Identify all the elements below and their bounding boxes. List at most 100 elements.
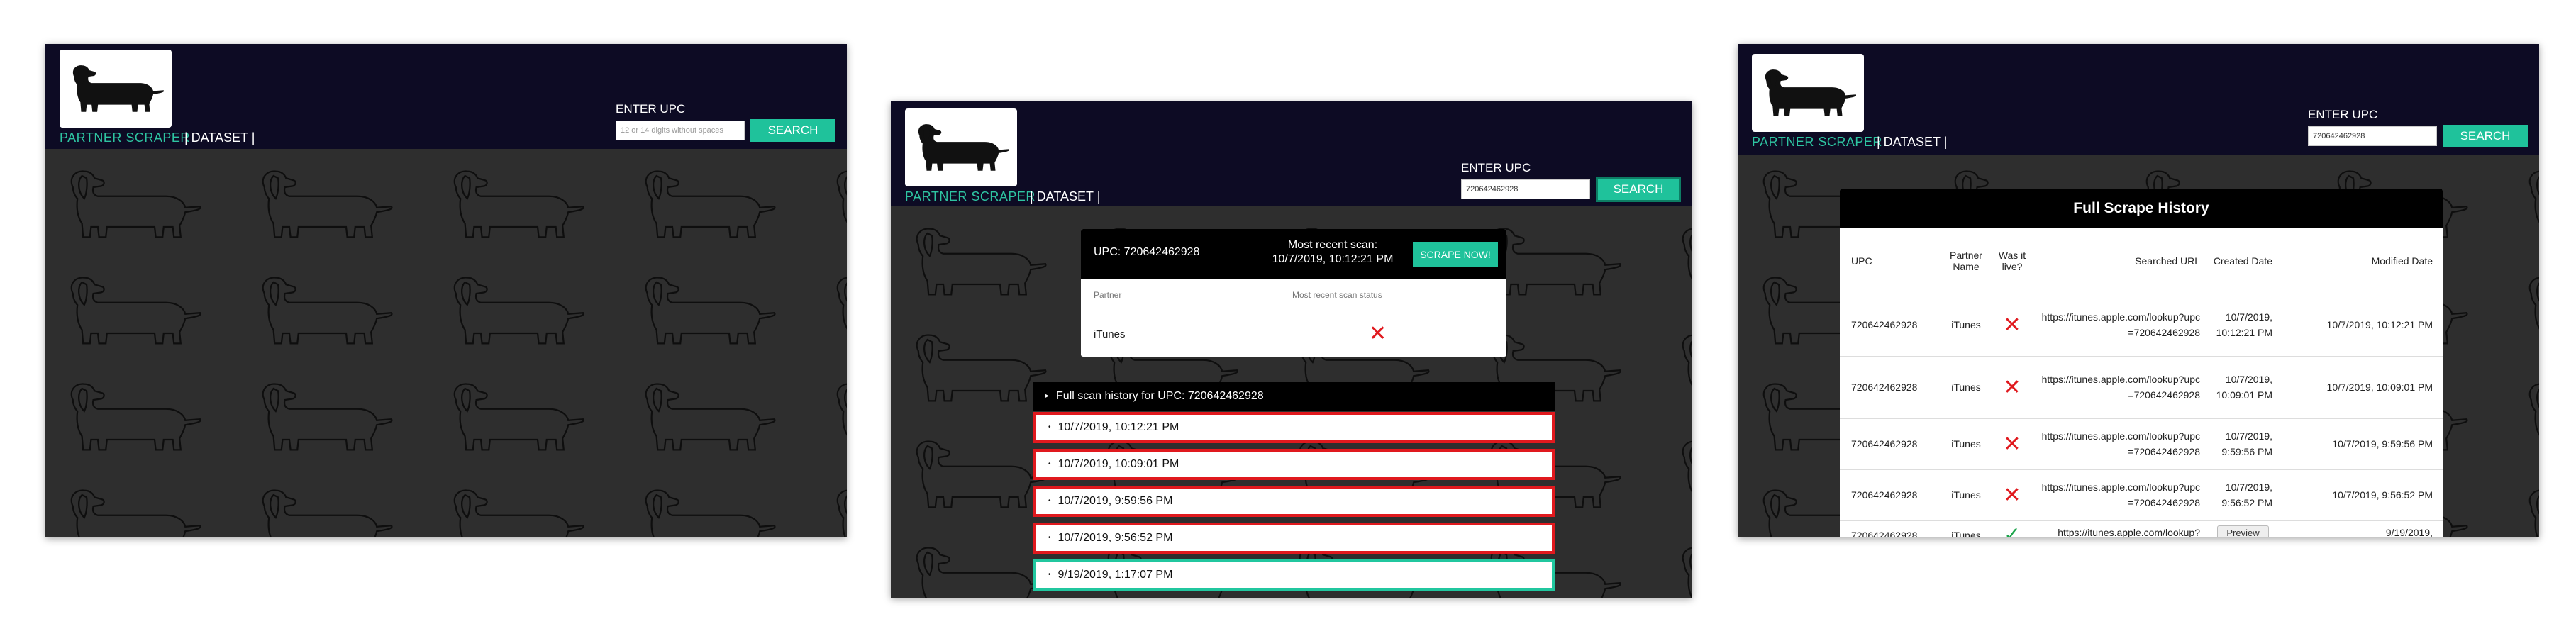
scan-summary-header: UPC: 720642462928 Most recent scan: 10/7… [1081, 229, 1506, 279]
cell-created: 10/7/2019, 10:09:01 PM [2201, 356, 2285, 419]
top-header: PARTNER SCRAPER | DATASET | ENTER UPC SE… [891, 101, 1692, 206]
col-header-created: Created Date [2201, 228, 2285, 294]
history-entry[interactable]: • 10/7/2019, 10:12:21 PM [1033, 412, 1555, 443]
cell-partner: iTunes [1944, 418, 1988, 470]
history-entry[interactable]: • 10/7/2019, 9:59:56 PM [1033, 486, 1555, 517]
cell-url[interactable]: https://itunes.apple.com/lookup? [2036, 520, 2201, 537]
cell-url[interactable]: https://itunes.apple.com/lookup?upc=7206… [2036, 294, 2201, 357]
scrape-now-button[interactable]: SCRAPE NOW! [1413, 242, 1498, 267]
cell-upc: 720642462928 [1840, 356, 1944, 419]
dachshund-logo-icon [918, 124, 1010, 171]
screen-home: PARTNER SCRAPER | DATASET | ENTER UPC SE… [45, 44, 847, 537]
x-mark-icon: ✕ [2003, 374, 2021, 400]
brand-link[interactable]: PARTNER SCRAPER [905, 189, 1036, 204]
x-mark-icon: ✕ [2003, 431, 2021, 457]
expand-bullet-icon: • [1048, 534, 1051, 542]
x-mark-icon: ✕ [2003, 312, 2021, 338]
search-button[interactable]: SEARCH [750, 119, 835, 142]
history-entry-live[interactable]: • 9/19/2019, 1:17:07 PM [1033, 559, 1555, 591]
full-history-table-card: Full Scrape History UPC Partner Name Was… [1840, 189, 2443, 537]
status-column-header: Most recent scan status [1292, 290, 1382, 300]
dataset-link[interactable]: | DATASET | [1877, 135, 1947, 150]
cell-url[interactable]: https://itunes.apple.com/lookup?upc=7206… [2036, 356, 2201, 419]
upc-label: ENTER UPC [1461, 161, 1531, 174]
cell-modified: 10/7/2019, 10:12:21 PM [2285, 294, 2443, 357]
cell-live: ✓ [1988, 520, 2036, 537]
scan-history-title: Full scan history for UPC: 720642462928 [1056, 390, 1264, 403]
table-row[interactable]: 720642462928 iTunes ✓ https://itunes.app… [1840, 520, 2443, 537]
cell-live: ✕ [1988, 356, 2036, 419]
table-row[interactable]: 720642462928 iTunes ✕ https://itunes.app… [1840, 418, 2443, 470]
col-header-upc: UPC [1840, 228, 1944, 294]
dataset-link[interactable]: | DATASET | [1030, 189, 1100, 204]
history-entry[interactable]: • 10/7/2019, 10:09:01 PM [1033, 449, 1555, 480]
col-header-url: Searched URL [2036, 228, 2201, 294]
brand-logo[interactable] [905, 108, 1017, 186]
cell-partner: iTunes [1944, 356, 1988, 419]
search-button[interactable]: SEARCH [2443, 125, 2528, 147]
brand-logo[interactable] [1752, 54, 1864, 132]
upc-label: ENTER UPC [616, 102, 686, 116]
col-header-live: Was it live? [1988, 228, 2036, 294]
cell-partner: iTunes [1944, 294, 1988, 357]
dachshund-logo-icon [1765, 69, 1857, 116]
cell-partner: iTunes [1944, 520, 1988, 537]
history-entry[interactable]: • 10/7/2019, 9:56:52 PM [1033, 523, 1555, 554]
cell-live: ✕ [1988, 294, 2036, 357]
brand-link[interactable]: PARTNER SCRAPER [60, 130, 190, 145]
upc-search-input[interactable] [616, 121, 745, 140]
cell-upc: 720642462928 [1840, 520, 1944, 537]
table-row[interactable]: 720642462928 iTunes ✕ https://itunes.app… [1840, 294, 2443, 357]
table-row[interactable]: 720642462928 iTunes ✕ https://itunes.app… [1840, 469, 2443, 521]
screen-scan-results: PARTNER SCRAPER | DATASET | ENTER UPC SE… [891, 101, 1692, 598]
history-entry-datetime: 10/7/2019, 10:09:01 PM [1057, 458, 1179, 471]
cell-created: 10/7/2019, 10:12:21 PM [2201, 294, 2285, 357]
history-entry-datetime: 10/7/2019, 9:59:56 PM [1057, 495, 1173, 508]
upc-label: ENTER UPC [2308, 108, 2378, 121]
top-header: PARTNER SCRAPER | DATASET | ENTER UPC SE… [1738, 44, 2539, 155]
cell-modified: 10/7/2019, 10:09:01 PM [2285, 356, 2443, 419]
history-entry-datetime: 10/7/2019, 9:56:52 PM [1057, 532, 1173, 545]
dachshund-logo-icon [72, 65, 165, 112]
history-entry-datetime: 9/19/2019, 1:17:07 PM [1057, 569, 1173, 581]
full-history-table: UPC Partner Name Was it live? Searched U… [1840, 228, 2443, 537]
cell-url[interactable]: https://itunes.apple.com/lookup?upc=7206… [2036, 469, 2201, 521]
cell-modified: 10/7/2019, 9:59:56 PM [2285, 418, 2443, 470]
top-header: PARTNER SCRAPER | DATASET | ENTER UPC SE… [45, 44, 847, 149]
most-recent-datetime: 10/7/2019, 10:12:21 PM [1272, 253, 1394, 265]
cell-live: ✕ [1988, 418, 2036, 470]
cell-modified: 9/19/2019, [2285, 520, 2443, 537]
expand-bullet-icon: ▸ [1045, 392, 1050, 400]
full-history-title: Full Scrape History [1840, 189, 2443, 228]
expand-bullet-icon: • [1048, 460, 1051, 468]
screen-full-scrape-history: PARTNER SCRAPER | DATASET | ENTER UPC SE… [1738, 44, 2539, 537]
upc-search-input[interactable] [1461, 179, 1590, 199]
table-row[interactable]: 720642462928 iTunes ✕ https://itunes.app… [1840, 356, 2443, 419]
partner-column-header: Partner [1094, 290, 1122, 300]
cell-url[interactable]: https://itunes.apple.com/lookup?upc=7206… [2036, 418, 2201, 470]
cell-live: ✕ [1988, 469, 2036, 521]
dataset-link[interactable]: | DATASET | [184, 130, 255, 145]
upc-search-input[interactable] [2308, 126, 2437, 146]
cell-modified: 10/7/2019, 9:56:52 PM [2285, 469, 2443, 521]
scan-history-panel: ▸ Full scan history for UPC: 720642462928… [1033, 382, 1555, 598]
cell-created: Preview [2201, 520, 2285, 537]
x-mark-icon: ✕ [1369, 321, 1387, 346]
col-header-modified: Modified Date [2285, 228, 2443, 294]
brand-link[interactable]: PARTNER SCRAPER [1752, 135, 1882, 150]
search-button[interactable]: SEARCH [1596, 177, 1681, 202]
expand-bullet-icon: • [1048, 423, 1051, 431]
brand-logo[interactable] [60, 50, 172, 128]
scan-history-header[interactable]: ▸ Full scan history for UPC: 720642462928 [1033, 382, 1555, 411]
most-recent-label: Most recent scan: [1287, 239, 1378, 251]
expand-bullet-icon: • [1048, 571, 1051, 579]
history-entry-datetime: 10/7/2019, 10:12:21 PM [1057, 421, 1179, 434]
cell-created: 10/7/2019, 9:59:56 PM [2201, 418, 2285, 470]
cell-upc: 720642462928 [1840, 418, 1944, 470]
cell-partner: iTunes [1944, 469, 1988, 521]
partner-name: iTunes [1094, 328, 1126, 340]
expand-bullet-icon: • [1048, 497, 1051, 505]
cell-upc: 720642462928 [1840, 294, 1944, 357]
preview-button[interactable]: Preview [2217, 525, 2269, 537]
scan-summary-card: UPC: 720642462928 Most recent scan: 10/7… [1081, 229, 1506, 357]
